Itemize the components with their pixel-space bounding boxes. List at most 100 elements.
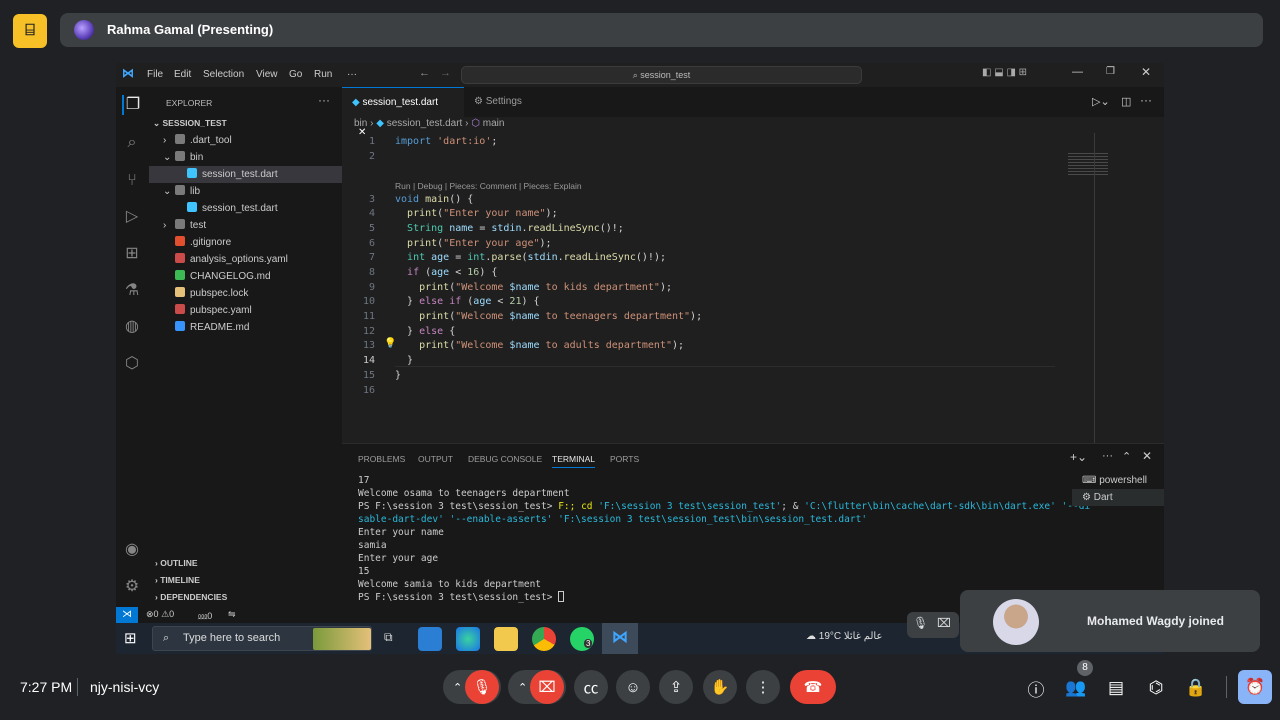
menu-file[interactable]: File (147, 69, 163, 80)
new-terminal-icon[interactable]: +⌄ (1070, 450, 1087, 464)
restore-icon[interactable]: ❐ (1106, 66, 1115, 77)
windows-start-icon[interactable]: ⊞ (124, 629, 137, 647)
store-app-icon[interactable] (418, 627, 442, 651)
remote-icon[interactable]: ⋊ (116, 607, 138, 623)
package-icon[interactable]: ⬡ (122, 354, 142, 374)
project-root[interactable]: ⌄ SESSION_TEST (149, 115, 342, 132)
people-button[interactable]: 👥 (1060, 672, 1092, 704)
ports-status[interactable]: ⅏0 (198, 609, 212, 622)
edge-app-icon[interactable] (456, 627, 480, 651)
tab-problems[interactable]: PROBLEMS (358, 454, 405, 464)
account-icon[interactable]: ◉ (122, 540, 142, 560)
live-share-icon[interactable]: ⇋ (228, 609, 236, 620)
reactions-button[interactable]: ☺ (616, 670, 650, 704)
explorer-icon[interactable]: ❐ (122, 95, 142, 115)
terminal-powershell[interactable]: ⌨ powershell (1072, 472, 1164, 489)
source-control-icon[interactable]: ⑂ (122, 171, 142, 191)
nav-back-icon[interactable]: ← (419, 67, 430, 79)
more-actions-icon[interactable]: ··· (1140, 93, 1152, 107)
code-area[interactable]: 1 2 3 4 5 6 7 8 9 10 11 12 13 14 15 16 import 'dart:io'… (342, 133, 1164, 443)
minimap[interactable] (1068, 153, 1108, 175)
split-editor-icon[interactable]: ◫ (1121, 95, 1131, 108)
layout-icons[interactable]: ◧ ⬓ ◨ ⊞ (982, 67, 1027, 78)
terminal-dart[interactable]: ⚙ Dart (1072, 489, 1164, 506)
tree-item[interactable]: › test (149, 217, 342, 234)
chat-button[interactable]: ▤ (1100, 672, 1132, 704)
more-options-button[interactable]: ⋮ (746, 670, 780, 704)
taskbar-search[interactable]: ⌕ Type here to search (152, 626, 372, 651)
tree-item[interactable]: .gitignore (149, 234, 342, 251)
problems-status[interactable]: ⊗0 ⚠0 (146, 609, 174, 620)
self-view-tile[interactable]: 🎙 ⌧ (907, 612, 959, 638)
more-icon[interactable]: ··· (1102, 450, 1113, 462)
pieces-icon[interactable]: ◍ (122, 317, 142, 337)
terminal-line: Welcome samia to kids department (358, 579, 542, 590)
tab-settings[interactable]: ⚙ Settings (464, 87, 544, 117)
breadcrumb-main[interactable]: main (483, 118, 505, 129)
meeting-details-button[interactable]: ⓘ (1020, 672, 1052, 704)
menu-run[interactable]: Run (314, 69, 332, 80)
nav-forward-icon[interactable]: → (440, 67, 451, 79)
captions-button[interactable]: ㏄ (574, 670, 608, 704)
command-center[interactable]: ⌕ session_test (461, 66, 862, 84)
tree-item-label: session_test.dart (202, 203, 278, 214)
gear-icon[interactable]: ⚙ (122, 577, 142, 597)
tree-item[interactable]: session_test.dart (149, 166, 342, 183)
search-icon[interactable]: ⌕ (122, 133, 142, 153)
tree-item[interactable]: ⌄ lib (149, 183, 342, 200)
dependencies-section[interactable]: › DEPENDENCIES (149, 589, 342, 606)
menu-selection[interactable]: Selection (203, 69, 244, 80)
mic-off-icon: 🎙 (472, 679, 492, 696)
leave-call-button[interactable]: ☎ (790, 670, 836, 704)
tree-item[interactable]: analysis_options.yaml (149, 251, 342, 268)
menu-edit[interactable]: Edit (174, 69, 191, 80)
camera-toggle-button[interactable]: ⌧ (530, 670, 564, 704)
whatsapp-app-icon[interactable]: 3 (570, 627, 594, 651)
tab-terminal[interactable]: TERMINAL (552, 454, 595, 468)
explorer-sidebar: EXPLORER ··· ⌄ SESSION_TEST › .dart_tool ⌄… (149, 87, 342, 607)
testing-icon[interactable]: ⚗ (122, 281, 142, 301)
present-button[interactable]: ⇪ (659, 670, 693, 704)
outline-section[interactable]: › OUTLINE (149, 555, 342, 572)
task-view-icon[interactable]: ⧉ (384, 630, 393, 645)
file-explorer-icon[interactable] (494, 627, 518, 651)
tab-ports[interactable]: PORTS (610, 454, 639, 464)
activities-shapes-button[interactable]: ⌬ (1140, 672, 1172, 704)
tree-item[interactable]: ⌄ bin (149, 149, 342, 166)
tab-session-test[interactable]: ◆ session_test.dart ✕ (342, 87, 464, 138)
tree-item[interactable]: README.md (149, 319, 342, 336)
tree-item[interactable]: CHANGELOG.md (149, 268, 342, 285)
weather-widget[interactable]: ☁ 19°C عالم غائلا (806, 631, 882, 642)
run-debug-icon[interactable]: ▷ (122, 207, 142, 227)
breadcrumb-bin[interactable]: bin (354, 118, 367, 129)
maximize-panel-icon[interactable]: ⌃ (1122, 450, 1131, 463)
alarm-clock-button[interactable]: ⏰ (1238, 670, 1272, 704)
close-panel-icon[interactable]: ✕ (1142, 449, 1152, 463)
chrome-app-icon[interactable] (532, 627, 556, 651)
raise-hand-button[interactable]: ✋ (703, 670, 737, 704)
extensions-icon[interactable]: ⊞ (122, 244, 142, 264)
mic-toggle-button[interactable]: 🎙 (465, 670, 499, 704)
editor-ruler (1094, 133, 1095, 463)
menu-more[interactable]: ··· (347, 69, 357, 80)
breadcrumb-file[interactable]: session_test.dart (387, 118, 463, 129)
tree-item[interactable]: › .dart_tool (149, 132, 342, 149)
lightbulb-icon[interactable]: 💡 (384, 338, 396, 349)
terminal-output[interactable]: 17 Welcome osama to teenagers department… (358, 474, 1090, 604)
tab-output[interactable]: OUTPUT (418, 454, 453, 464)
run-icon[interactable]: ▷⌄ (1092, 95, 1110, 108)
host-controls-button[interactable]: 🔒 (1180, 672, 1212, 704)
menu-view[interactable]: View (256, 69, 278, 80)
tab-debug-console[interactable]: DEBUG CONSOLE (468, 454, 542, 464)
tree-item[interactable]: pubspec.yaml (149, 302, 342, 319)
tree-item[interactable]: session_test.dart (149, 200, 342, 217)
close-icon[interactable]: ✕ (1141, 65, 1151, 79)
codelens[interactable]: Run | Debug | Pieces: Comment | Pieces: … (395, 181, 582, 191)
vscode-app-icon[interactable]: ⋈ (602, 623, 638, 654)
tree-item[interactable]: pubspec.lock (149, 285, 342, 302)
minimize-icon[interactable]: — (1072, 66, 1083, 78)
timeline-section[interactable]: › TIMELINE (149, 572, 342, 589)
explorer-more-icon[interactable]: ··· (318, 93, 330, 107)
meet-logo-icon[interactable]: ⌸ (13, 14, 47, 48)
menu-go[interactable]: Go (289, 69, 302, 80)
